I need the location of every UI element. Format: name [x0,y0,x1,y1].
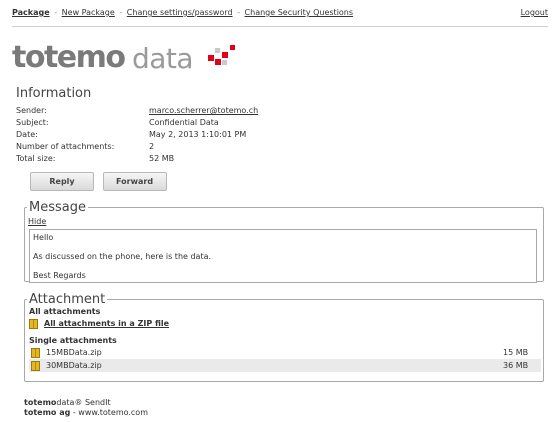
footer-product: totemodata® SendIt [24,398,148,408]
attachment-file-link[interactable]: 30MBData.zip [46,361,102,370]
all-attachments-zip-row: All attachments in a ZIP file [29,317,541,330]
logo-pixel-mark-icon [208,45,235,65]
info-value: 2 [149,142,155,151]
attachment-size: 15 MB [503,348,529,357]
message-body: Hello As discussed on the phone, here is… [29,229,537,283]
logo-word-data: data [132,42,194,75]
zip-file-icon [31,347,40,358]
message-section: Message Hide Hello As discussed on the p… [24,200,544,283]
message-line: As discussed on the phone, here is the d… [33,252,212,261]
info-label: Date: [16,130,38,139]
zip-file-icon [29,318,38,329]
footer-company-website: - www.totemo.com [72,408,148,417]
action-buttons: Reply Forward [30,172,173,191]
message-legend: Message [29,200,86,215]
attachment-row: 30MBData.zip 36 MB [29,359,541,372]
nav-change-settings-link[interactable]: Change settings/password [127,8,233,17]
attachment-section: Attachment All attachments All attachmen… [24,292,544,382]
message-line: Best Regards [33,271,86,280]
attachment-file-link[interactable]: 15MBData.zip [46,348,102,357]
information-section: Information Sender: marco.scherrer@totem… [16,86,416,165]
nav-security-questions-link[interactable]: Change Security Questions [245,8,354,17]
footer-product-brand: totemo [24,398,57,407]
info-value: Confidential Data [149,118,219,127]
footer: totemodata® SendIt totemo ag - www.totem… [24,398,148,418]
attachment-row: 15MBData.zip 15 MB [29,346,541,359]
zip-file-icon [31,360,40,371]
hide-message-link[interactable]: Hide [28,217,46,226]
info-value: May 2, 2013 1:10:01 PM [149,130,247,139]
nav-package-link[interactable]: Package [12,8,50,17]
attachment-legend: Attachment [29,292,106,307]
footer-product-name: data® SendIt [56,398,111,407]
nav-separator: - [237,8,240,17]
nav-separator: - [54,8,58,17]
attachment-size: 36 MB [503,361,529,370]
info-label: Sender: [16,106,47,115]
totemo-data-logo: totemo data [12,38,312,78]
logout-link[interactable]: Logout [521,8,548,17]
single-attachments-heading: Single attachments [29,336,117,345]
info-row-attachments: Number of attachments: 2 [16,141,258,153]
top-navigation: Package - New Package - Change settings/… [12,8,548,27]
download-all-zip-link[interactable]: All attachments in a ZIP file [44,319,169,328]
info-label: Total size: [16,154,56,163]
info-label: Subject: [16,118,49,127]
info-row-sender: Sender: marco.scherrer@totemo.ch [16,105,258,117]
info-label: Number of attachments: [16,142,115,151]
info-row-subject: Subject: Confidential Data [16,117,258,129]
nav-separator: - [119,8,123,17]
information-table: Sender: marco.scherrer@totemo.ch Subject… [16,105,258,165]
message-line: Hello [33,233,54,242]
info-row-total-size: Total size: 52 MB [16,153,258,165]
info-value: 52 MB [149,154,175,163]
nav-new-package-link[interactable]: New Package [62,8,115,17]
all-attachments-heading: All attachments [29,307,101,316]
logo-word-totemo: totemo [12,40,126,75]
page-container: Package - New Package - Change settings/… [12,8,548,191]
info-row-date: Date: May 2, 2013 1:10:01 PM [16,129,258,141]
footer-company: totemo ag - www.totemo.com [24,408,148,418]
footer-company-name: totemo ag [24,408,71,417]
forward-button[interactable]: Forward [102,172,167,191]
information-title: Information [16,86,92,101]
reply-button[interactable]: Reply [30,172,94,191]
sender-email-link[interactable]: marco.scherrer@totemo.ch [149,106,258,115]
